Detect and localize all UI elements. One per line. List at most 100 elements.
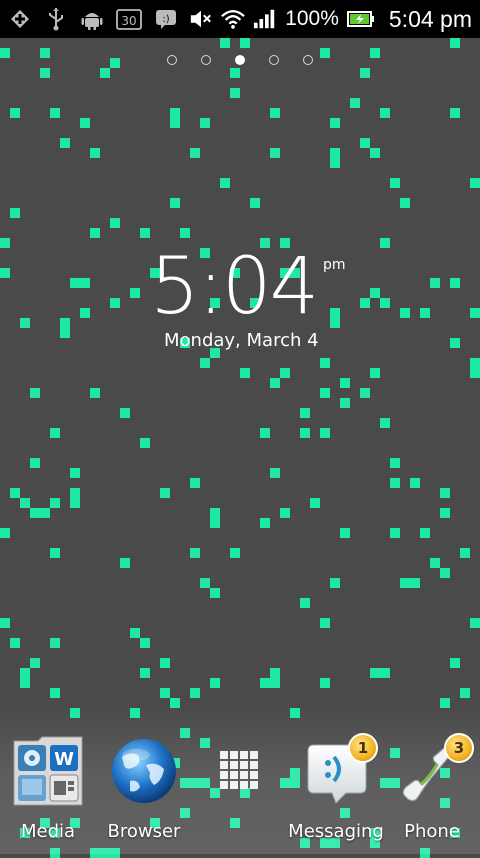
wallpaper-pixel [80, 308, 90, 318]
wallpaper-pixel [320, 388, 330, 398]
wallpaper-pixel [330, 578, 340, 588]
wallpaper-pixel [0, 238, 10, 248]
wallpaper-pixel [330, 118, 340, 128]
wallpaper-pixel [180, 228, 190, 238]
wallpaper-pixel [0, 618, 10, 628]
wallpaper-pixel [380, 298, 390, 308]
wallpaper-pixel [20, 668, 30, 678]
wallpaper-pixel [10, 108, 20, 118]
wallpaper-pixel [50, 428, 60, 438]
wallpaper-pixel [190, 478, 200, 488]
wallpaper-pixel [50, 548, 60, 558]
wallpaper-pixel [380, 108, 390, 118]
wallpaper-pixel [320, 618, 330, 628]
wallpaper-pixel [330, 308, 340, 318]
wallpaper-pixel [170, 198, 180, 208]
wallpaper-pixel [260, 518, 270, 528]
wallpaper-pixel [160, 488, 170, 498]
wallpaper-pixel [30, 458, 40, 468]
wallpaper-pixel [260, 428, 270, 438]
wallpaper-pixel [140, 228, 150, 238]
wallpaper-pixel [70, 278, 80, 288]
battery-percent: 100% [285, 7, 339, 30]
wallpaper-pixel [300, 428, 310, 438]
wallpaper-pixel [110, 298, 120, 308]
wallpaper-pixel [410, 578, 420, 588]
svg-text:30: 30 [121, 14, 136, 28]
dock-item-app-drawer[interactable] [192, 735, 288, 807]
wallpaper-pixel [50, 108, 60, 118]
wallpaper-pixel [440, 508, 450, 518]
wallpaper-pixel [50, 498, 60, 508]
add-icon [8, 7, 32, 31]
wallpaper-pixel [470, 178, 480, 188]
wallpaper-pixel [250, 198, 260, 208]
page-dot [269, 55, 279, 65]
wallpaper-pixel [270, 468, 280, 478]
wallpaper-pixel [20, 498, 30, 508]
notification-icon: :) [154, 7, 178, 31]
wallpaper-pixel [430, 278, 440, 288]
wallpaper-pixel [200, 118, 210, 128]
wallpaper-pixel [450, 108, 460, 118]
wallpaper-pixel [450, 278, 460, 288]
wallpaper-pixel [50, 688, 60, 698]
dock-item-messaging[interactable]: 1 Messaging [288, 733, 384, 842]
wallpaper-pixel [380, 668, 390, 678]
wallpaper-pixel [440, 488, 450, 498]
wallpaper-pixel [60, 328, 70, 338]
wallpaper-pixel [430, 558, 440, 568]
wallpaper-pixel [40, 508, 50, 518]
wallpaper-pixel [470, 618, 480, 628]
wallpaper-pixel [30, 388, 40, 398]
wallpaper-pixel [370, 668, 380, 678]
page-indicator [0, 55, 480, 65]
wallpaper-pixel [420, 528, 430, 538]
wallpaper-pixel [400, 578, 410, 588]
wallpaper-pixel [390, 478, 400, 488]
dock-label-browser: Browser [107, 821, 181, 842]
clock-time: 5:04 [150, 242, 319, 332]
wallpaper-pixel [280, 508, 290, 518]
wallpaper-pixel [20, 678, 30, 688]
dock-label-phone: Phone [404, 821, 460, 842]
globe-icon [108, 735, 180, 807]
wallpaper-pixel [10, 638, 20, 648]
wallpaper-pixel [170, 108, 180, 118]
wallpaper-pixel [460, 688, 470, 698]
dock-item-browser[interactable]: Browser [96, 735, 192, 842]
wallpaper-pixel [120, 408, 130, 418]
dock-item-phone[interactable]: 3 Phone [384, 733, 480, 842]
wallpaper-pixel [90, 228, 100, 238]
wallpaper-pixel [240, 368, 250, 378]
wallpaper-pixel [140, 668, 150, 678]
page-dot [167, 55, 177, 65]
wallpaper-pixel [70, 488, 80, 498]
wallpaper-pixel [10, 208, 20, 218]
wallpaper-pixel [40, 68, 50, 78]
wallpaper-pixel [320, 428, 330, 438]
dock-item-media[interactable]: W Media [0, 735, 96, 842]
wallpaper-pixel [200, 578, 210, 588]
wallpaper-pixel [450, 658, 460, 668]
wifi-icon [221, 7, 245, 31]
wallpaper-pixel [190, 548, 200, 558]
wallpaper-pixel [390, 528, 400, 538]
wallpaper-pixel [270, 678, 280, 688]
wallpaper-pixel [380, 418, 390, 428]
wallpaper-pixel [130, 288, 140, 298]
wallpaper-pixel [260, 678, 270, 688]
clock-date: Monday, March 4 [164, 330, 319, 351]
wallpaper-pixel [320, 358, 330, 368]
wallpaper-pixel [270, 378, 280, 388]
wallpaper-pixel [80, 278, 90, 288]
wallpaper-pixel [210, 588, 220, 598]
android-debug-icon [80, 7, 104, 31]
wallpaper-pixel [330, 158, 340, 168]
wallpaper-pixel [160, 688, 170, 698]
wallpaper-pixel [360, 138, 370, 148]
wallpaper-pixel [90, 388, 100, 398]
wallpaper-pixel [300, 598, 310, 608]
wallpaper-pixel [330, 148, 340, 158]
wallpaper-pixel [80, 118, 90, 128]
